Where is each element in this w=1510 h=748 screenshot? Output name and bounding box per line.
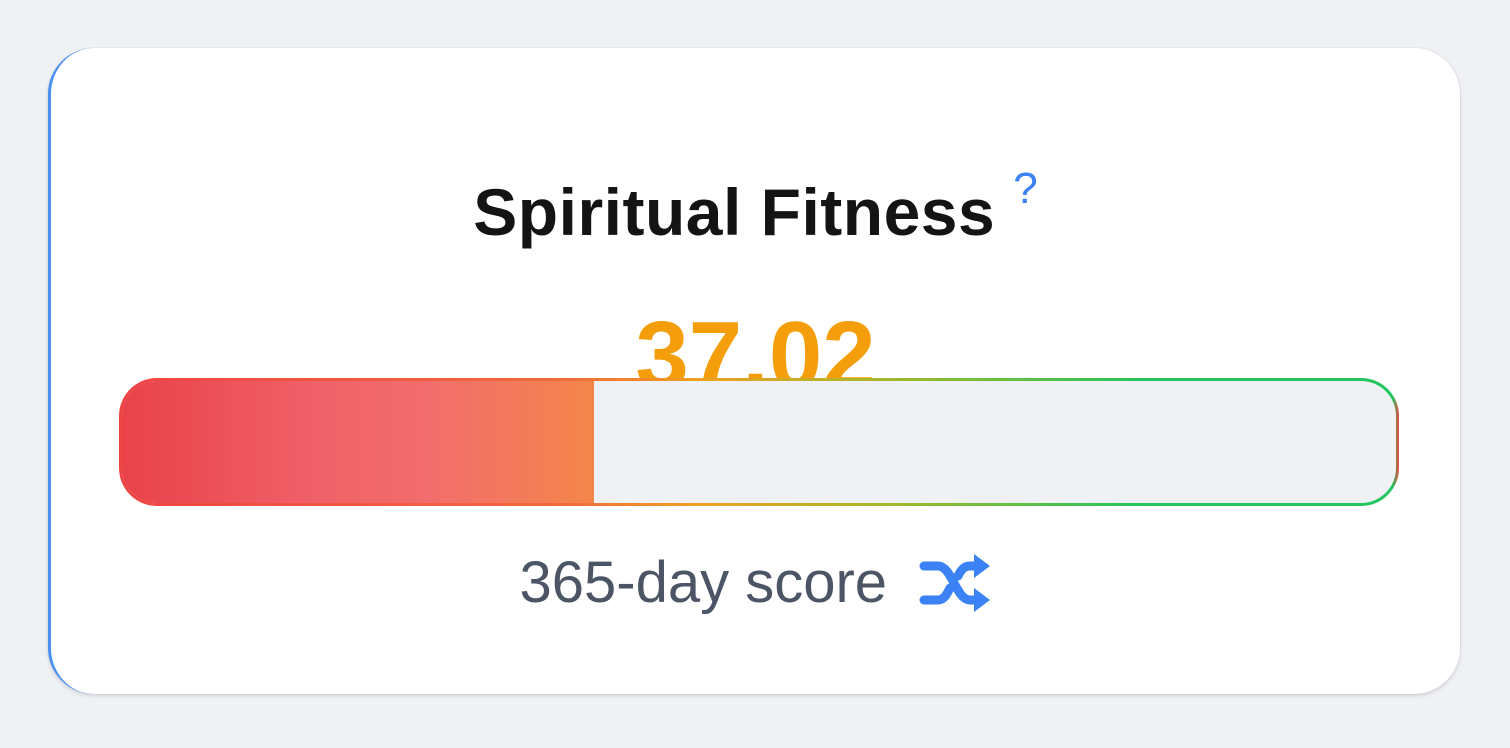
progress-fill (122, 381, 594, 503)
spiritual-fitness-card: Spiritual Fitness? 37.02 365-day score (48, 48, 1460, 694)
score-period-label: 365-day score (519, 550, 888, 615)
shuffle-icon[interactable] (918, 552, 992, 614)
score-footer: 365-day score (51, 550, 1460, 616)
progress-track (122, 381, 1396, 503)
progress-bar (119, 378, 1399, 506)
card-header: Spiritual Fitness? (51, 164, 1460, 252)
card-title: Spiritual Fitness (473, 175, 996, 249)
help-icon[interactable]: ? (1013, 164, 1037, 214)
